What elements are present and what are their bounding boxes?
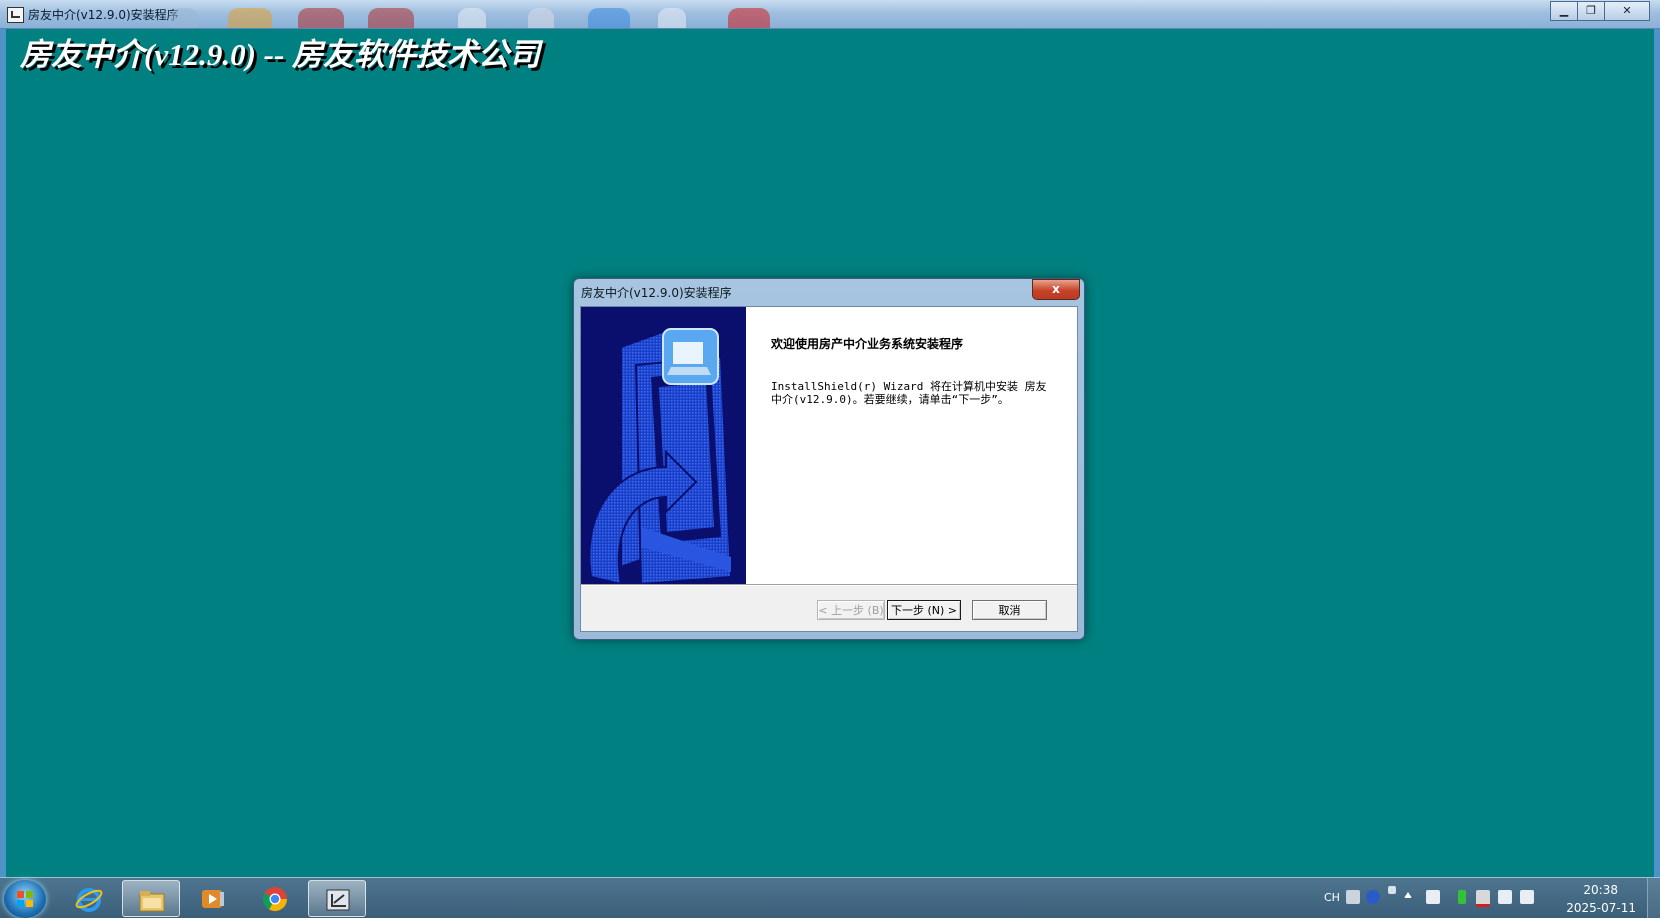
- start-button[interactable]: [4, 880, 46, 918]
- keyboard-icon[interactable]: [1346, 890, 1360, 904]
- taskbar-internet-explorer[interactable]: [60, 880, 118, 917]
- background-desktop-icons: [170, 8, 820, 28]
- help-icon[interactable]: [1366, 890, 1380, 904]
- taskbar-chrome[interactable]: [246, 880, 304, 917]
- chrome-icon: [262, 887, 287, 912]
- window-right-border: [1654, 29, 1660, 877]
- taskbar-installer[interactable]: [308, 880, 366, 917]
- minimize-button[interactable]: ▁: [1550, 1, 1578, 21]
- clock-time[interactable]: 20:38: [1583, 883, 1618, 897]
- media-player-icon: [202, 890, 224, 908]
- dialog-close-button[interactable]: x: [1032, 279, 1080, 300]
- input-language-indicator[interactable]: CH: [1324, 891, 1340, 904]
- power-icon[interactable]: [1458, 890, 1466, 904]
- system-tray: CH 20:38 2025-07-11: [1300, 878, 1660, 918]
- cancel-button[interactable]: 取消: [972, 600, 1047, 620]
- welcome-description: InstallShield(r) Wizard 将在计算机中安装 房友中介(v1…: [771, 380, 1047, 406]
- taskbar-file-explorer[interactable]: [122, 880, 180, 917]
- show-hidden-icons-icon[interactable]: [1404, 892, 1412, 898]
- volume-icon[interactable]: [1520, 890, 1534, 904]
- action-center-icon[interactable]: [1498, 890, 1512, 904]
- app-icon: [7, 7, 24, 23]
- window-title: 房友中介(v12.9.0)安装程序: [28, 8, 179, 22]
- button-separator: [581, 584, 1077, 586]
- back-button[interactable]: < 上一步 (B): [817, 600, 885, 620]
- installer-icon: [326, 889, 350, 911]
- dialog-title: 房友中介(v12.9.0)安装程序: [581, 286, 732, 300]
- next-button[interactable]: 下一步 (N) >: [887, 600, 961, 620]
- window-controls: ▁ ❐ ✕: [1550, 1, 1650, 21]
- installer-graphic: [581, 307, 746, 584]
- taskbar: CH 20:38 2025-07-11: [0, 877, 1660, 918]
- network-error-icon[interactable]: [1476, 890, 1490, 907]
- clock-date[interactable]: 2025-07-11: [1566, 901, 1636, 915]
- maximize-button[interactable]: ❐: [1577, 1, 1605, 21]
- close-button[interactable]: ✕: [1604, 1, 1650, 21]
- file-explorer-icon: [139, 891, 165, 912]
- installshield-artwork: [581, 307, 746, 584]
- show-desktop-button[interactable]: [1647, 878, 1660, 918]
- taskbar-media-player[interactable]: [184, 880, 242, 917]
- dialog-body: 欢迎使用房产中介业务系统安装程序 InstallShield(r) Wizard…: [580, 306, 1078, 632]
- welcome-panel: 欢迎使用房产中介业务系统安装程序 InstallShield(r) Wizard…: [746, 307, 1077, 584]
- window-titlebar[interactable]: 房友中介(v12.9.0)安装程序 ▁ ❐ ✕: [0, 0, 1660, 29]
- language-bar-icon[interactable]: [1388, 886, 1396, 894]
- welcome-heading: 欢迎使用房产中介业务系统安装程序: [771, 337, 964, 351]
- setup-dialog: 房友中介(v12.9.0)安装程序 x 欢迎使用房产中介业务系统安装程序 Ins…: [573, 278, 1085, 640]
- internet-explorer-icon: [75, 888, 103, 912]
- printer-icon[interactable]: [1426, 890, 1440, 904]
- banner-title: 房友中介(v12.9.0) -- 房友软件技术公司: [20, 37, 541, 72]
